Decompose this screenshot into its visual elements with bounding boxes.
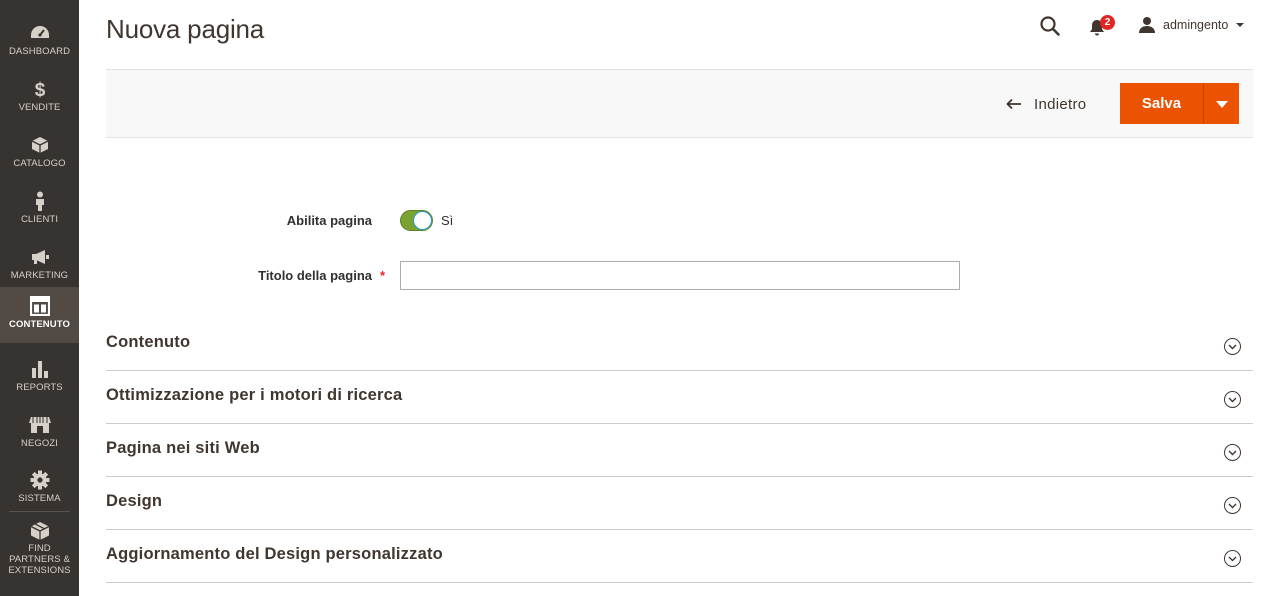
box-icon bbox=[29, 134, 51, 156]
sidebar-item-dashboard[interactable]: DASHBOARD bbox=[0, 14, 79, 70]
section-design[interactable]: Design bbox=[106, 477, 1253, 530]
cube-icon bbox=[29, 521, 51, 541]
store-icon bbox=[28, 414, 51, 436]
chevron-down-icon bbox=[1224, 444, 1241, 461]
chevron-down-icon bbox=[1224, 338, 1241, 355]
sidebar-item-sistema[interactable]: SISTEMA bbox=[0, 461, 79, 517]
chevron-down-icon bbox=[1236, 23, 1245, 27]
sidebar-item-reports[interactable]: REPORTS bbox=[0, 350, 79, 406]
sidebar-item-label: CLIENTI bbox=[20, 214, 59, 225]
svg-text:$: $ bbox=[34, 80, 45, 99]
enable-page-toggle[interactable] bbox=[400, 210, 433, 231]
sidebar-item-negozi[interactable]: NEGOZI bbox=[0, 406, 79, 462]
section-websites[interactable]: Pagina nei siti Web bbox=[106, 424, 1253, 477]
gear-icon bbox=[29, 469, 51, 491]
sidebar-item-vendite[interactable]: $ VENDITE bbox=[0, 70, 79, 126]
search-icon bbox=[1040, 16, 1060, 36]
sidebar-item-label: CONTENUTO bbox=[9, 319, 70, 330]
section-title: Contenuto bbox=[106, 333, 191, 351]
sidebar-item-marketing[interactable]: MARKETING bbox=[0, 238, 79, 294]
enable-page-value: Sì bbox=[441, 213, 454, 228]
section-title: Aggiornamento del Design personalizzato bbox=[106, 545, 443, 563]
sidebar-item-label: NEGOZI bbox=[20, 438, 59, 449]
arrow-left-icon bbox=[1006, 98, 1021, 110]
section-title: Ottimizzazione per i motori di ricerca bbox=[106, 386, 403, 404]
person-icon bbox=[29, 190, 51, 212]
section-contenuto[interactable]: Contenuto bbox=[106, 318, 1253, 371]
layout-icon bbox=[29, 295, 51, 317]
sidebar-item-label: MARKETING bbox=[10, 270, 69, 281]
sidebar-item-catalogo[interactable]: CATALOGO bbox=[0, 126, 79, 182]
sidebar-item-label: REPORTS bbox=[16, 382, 63, 393]
sidebar-item-clienti[interactable]: CLIENTI bbox=[0, 182, 79, 238]
search-button[interactable] bbox=[1038, 14, 1062, 38]
notification-count-badge: 2 bbox=[1100, 15, 1115, 30]
dollar-icon: $ bbox=[29, 78, 51, 100]
section-seo[interactable]: Ottimizzazione per i motori di ricerca bbox=[106, 371, 1253, 424]
sidebar-item-label: CATALOGO bbox=[13, 158, 66, 169]
admin-app: DASHBOARD $ VENDITE CATALOGO CLIENTI MAR… bbox=[0, 0, 1261, 596]
page-title-label: Titolo della pagina bbox=[258, 268, 372, 283]
back-button[interactable]: Indietro bbox=[1006, 92, 1086, 116]
enable-page-label: Abilita pagina bbox=[286, 213, 372, 228]
user-menu[interactable]: admingento bbox=[1138, 14, 1245, 36]
section-custom-design-update[interactable]: Aggiornamento del Design personalizzato bbox=[106, 530, 1253, 583]
section-title: Design bbox=[106, 492, 163, 510]
required-marker: * bbox=[380, 268, 386, 283]
caret-down-icon bbox=[1215, 101, 1228, 108]
sidebar-item-find-partners[interactable]: FIND PARTNERS & EXTENSIONS bbox=[0, 513, 79, 576]
dashboard-icon bbox=[29, 22, 51, 44]
user-icon bbox=[1139, 17, 1155, 33]
sidebar-item-label: VENDITE bbox=[18, 102, 61, 113]
sidebar-divider bbox=[9, 511, 70, 512]
sidebar: DASHBOARD $ VENDITE CATALOGO CLIENTI MAR… bbox=[0, 0, 79, 596]
sidebar-item-label: DASHBOARD bbox=[8, 46, 71, 57]
megaphone-icon bbox=[29, 246, 51, 268]
sidebar-item-label: SISTEMA bbox=[18, 493, 61, 504]
bar-chart-icon bbox=[29, 358, 51, 380]
back-button-label: Indietro bbox=[1034, 95, 1087, 113]
save-options-toggle[interactable] bbox=[1203, 83, 1239, 124]
chevron-down-icon bbox=[1224, 550, 1241, 567]
chevron-down-icon bbox=[1224, 497, 1241, 514]
chevron-down-icon bbox=[1224, 391, 1241, 408]
sidebar-item-label: FIND PARTNERS & EXTENSIONS bbox=[8, 543, 71, 576]
toggle-knob bbox=[414, 212, 431, 229]
save-button[interactable]: Salva bbox=[1120, 83, 1203, 124]
sidebar-item-contenuto[interactable]: CONTENUTO bbox=[0, 287, 79, 343]
username: admingento bbox=[1163, 18, 1229, 32]
section-title: Pagina nei siti Web bbox=[106, 439, 260, 457]
page-title-input[interactable] bbox=[400, 261, 960, 290]
page-title: Nuova pagina bbox=[106, 14, 265, 44]
